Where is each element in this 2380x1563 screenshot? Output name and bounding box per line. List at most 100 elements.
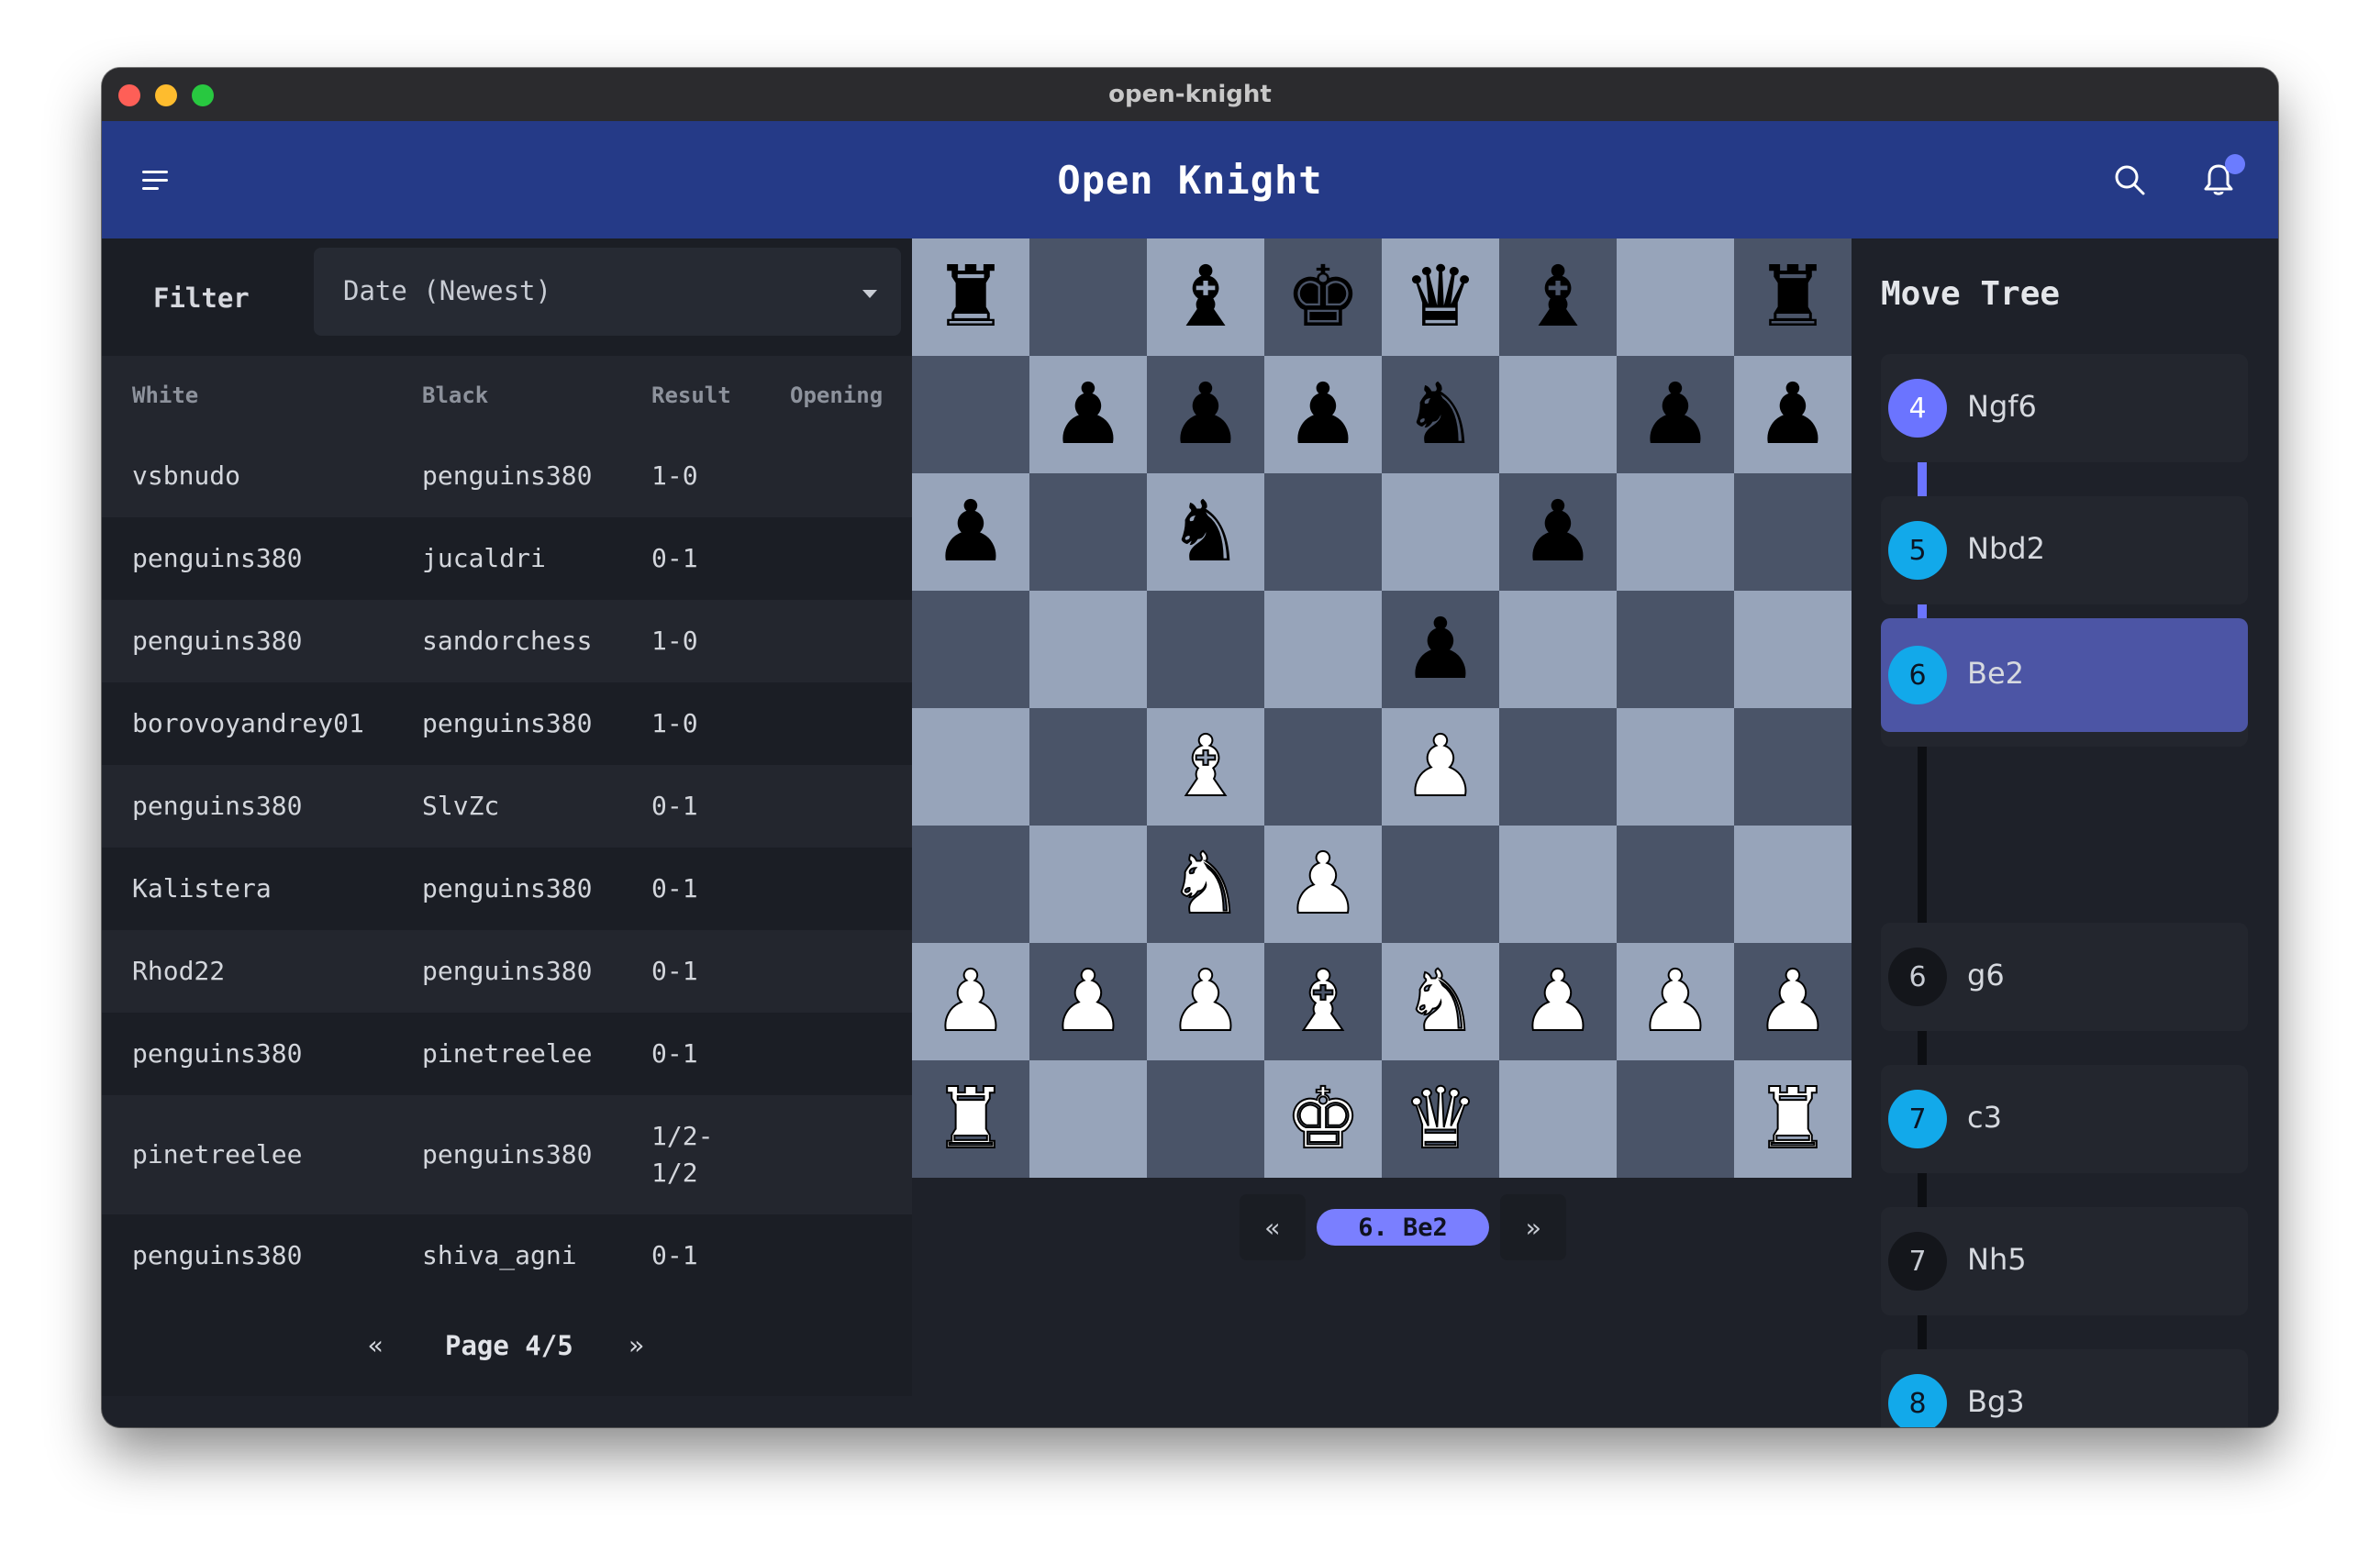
move-tree-item[interactable]: 7 c3: [1881, 1065, 2248, 1173]
square-b7[interactable]: ♟: [1029, 356, 1147, 473]
white-knight-icon[interactable]: ♞: [1402, 959, 1479, 1045]
minimize-window-button[interactable]: [155, 84, 177, 106]
square-a7[interactable]: [912, 356, 1029, 473]
square-b1[interactable]: [1029, 1060, 1147, 1178]
square-a3[interactable]: [912, 826, 1029, 943]
square-a5[interactable]: [912, 591, 1029, 708]
square-h2[interactable]: ♟: [1734, 943, 1852, 1060]
square-b3[interactable]: [1029, 826, 1147, 943]
table-row[interactable]: penguins380 SlvZc 0-1: [102, 765, 912, 848]
square-h6[interactable]: [1734, 473, 1852, 591]
maximize-window-button[interactable]: [192, 84, 214, 106]
table-row[interactable]: Rhod22 penguins380 0-1: [102, 930, 912, 1013]
square-c7[interactable]: ♟: [1147, 356, 1264, 473]
square-g2[interactable]: ♟: [1617, 943, 1734, 1060]
white-bishop-icon[interactable]: ♝: [1285, 959, 1362, 1045]
move-tree-item[interactable]: 8 Bg3: [1881, 1349, 2248, 1427]
square-c4[interactable]: ♝: [1147, 708, 1264, 826]
move-tree-item[interactable]: 7 Nh5: [1881, 1207, 2248, 1315]
square-c8[interactable]: ♝: [1147, 238, 1264, 356]
square-f2[interactable]: ♟: [1499, 943, 1617, 1060]
square-f8[interactable]: ♝: [1499, 238, 1617, 356]
table-row[interactable]: pinetreelee penguins380 1/2-1/2: [102, 1095, 912, 1214]
square-d7[interactable]: ♟: [1264, 356, 1382, 473]
square-g1[interactable]: [1617, 1060, 1734, 1178]
square-e3[interactable]: [1382, 826, 1499, 943]
white-pawn-icon[interactable]: ♟: [1285, 841, 1362, 927]
square-g3[interactable]: [1617, 826, 1734, 943]
square-f1[interactable]: [1499, 1060, 1617, 1178]
square-a1[interactable]: ♜: [912, 1060, 1029, 1178]
square-f5[interactable]: [1499, 591, 1617, 708]
white-rook-icon[interactable]: ♜: [932, 1076, 1009, 1162]
square-c3[interactable]: ♞: [1147, 826, 1264, 943]
square-c6[interactable]: ♞: [1147, 473, 1264, 591]
white-rook-icon[interactable]: ♜: [1754, 1076, 1831, 1162]
white-pawn-icon[interactable]: ♟: [1167, 959, 1244, 1045]
white-knight-icon[interactable]: ♞: [1167, 841, 1244, 927]
column-header-white[interactable]: White: [132, 382, 198, 408]
black-rook-icon[interactable]: ♜: [1755, 255, 1830, 339]
previous-page-button[interactable]: «: [368, 1330, 384, 1360]
black-pawn-icon[interactable]: ♟: [1051, 372, 1126, 457]
white-king-icon[interactable]: ♚: [1285, 1076, 1362, 1162]
move-tree-item[interactable]: 6 g6: [1881, 923, 2248, 1031]
table-row[interactable]: borovoyandrey01 penguins380 1-0: [102, 682, 912, 765]
black-knight-icon[interactable]: ♞: [1168, 490, 1243, 574]
square-h3[interactable]: [1734, 826, 1852, 943]
square-g5[interactable]: [1617, 591, 1734, 708]
white-pawn-icon[interactable]: ♟: [1637, 959, 1714, 1045]
square-g6[interactable]: [1617, 473, 1734, 591]
square-d3[interactable]: ♟: [1264, 826, 1382, 943]
close-window-button[interactable]: [118, 84, 140, 106]
square-e8[interactable]: ♛: [1382, 238, 1499, 356]
square-f3[interactable]: [1499, 826, 1617, 943]
move-tree-item[interactable]: 5 Nbd2: [1881, 496, 2248, 604]
black-pawn-icon[interactable]: ♟: [1168, 372, 1243, 457]
square-a4[interactable]: [912, 708, 1029, 826]
square-e4[interactable]: ♟: [1382, 708, 1499, 826]
next-move-button[interactable]: »: [1500, 1194, 1566, 1260]
square-b5[interactable]: [1029, 591, 1147, 708]
table-row[interactable]: penguins380 jucaldri 0-1: [102, 517, 912, 600]
black-pawn-icon[interactable]: ♟: [933, 490, 1008, 574]
square-c2[interactable]: ♟: [1147, 943, 1264, 1060]
table-row[interactable]: penguins380 pinetreelee 0-1: [102, 1013, 912, 1095]
square-h4[interactable]: [1734, 708, 1852, 826]
previous-move-button[interactable]: «: [1240, 1194, 1306, 1260]
search-icon[interactable]: [2111, 161, 2148, 198]
black-pawn-icon[interactable]: ♟: [1285, 372, 1361, 457]
square-e6[interactable]: [1382, 473, 1499, 591]
column-header-opening[interactable]: Opening: [790, 382, 883, 408]
square-b6[interactable]: [1029, 473, 1147, 591]
black-king-icon[interactable]: ♚: [1285, 255, 1361, 339]
square-a2[interactable]: ♟: [912, 943, 1029, 1060]
square-d4[interactable]: [1264, 708, 1382, 826]
square-a6[interactable]: ♟: [912, 473, 1029, 591]
black-pawn-icon[interactable]: ♟: [1403, 607, 1478, 692]
square-c5[interactable]: [1147, 591, 1264, 708]
square-e1[interactable]: ♛: [1382, 1060, 1499, 1178]
move-tree-item[interactable]: 6 Be2: [1881, 618, 2248, 732]
black-bishop-icon[interactable]: ♝: [1520, 255, 1596, 339]
square-h8[interactable]: ♜: [1734, 238, 1852, 356]
table-row[interactable]: penguins380 sandorchess 1-0: [102, 600, 912, 682]
black-rook-icon[interactable]: ♜: [933, 255, 1008, 339]
square-h5[interactable]: [1734, 591, 1852, 708]
square-g7[interactable]: ♟: [1617, 356, 1734, 473]
column-header-black[interactable]: Black: [422, 382, 488, 408]
white-pawn-icon[interactable]: ♟: [1402, 724, 1479, 810]
table-row[interactable]: Kalistera penguins380 0-1: [102, 848, 912, 930]
square-h1[interactable]: ♜: [1734, 1060, 1852, 1178]
column-header-result[interactable]: Result: [651, 382, 731, 408]
square-g8[interactable]: [1617, 238, 1734, 356]
square-b2[interactable]: ♟: [1029, 943, 1147, 1060]
white-pawn-icon[interactable]: ♟: [1754, 959, 1831, 1045]
square-e5[interactable]: ♟: [1382, 591, 1499, 708]
square-g4[interactable]: [1617, 708, 1734, 826]
square-f4[interactable]: [1499, 708, 1617, 826]
white-queen-icon[interactable]: ♛: [1402, 1076, 1479, 1162]
move-tree-item[interactable]: 4 Ngf6: [1881, 354, 2248, 462]
black-bishop-icon[interactable]: ♝: [1168, 255, 1243, 339]
square-a8[interactable]: ♜: [912, 238, 1029, 356]
